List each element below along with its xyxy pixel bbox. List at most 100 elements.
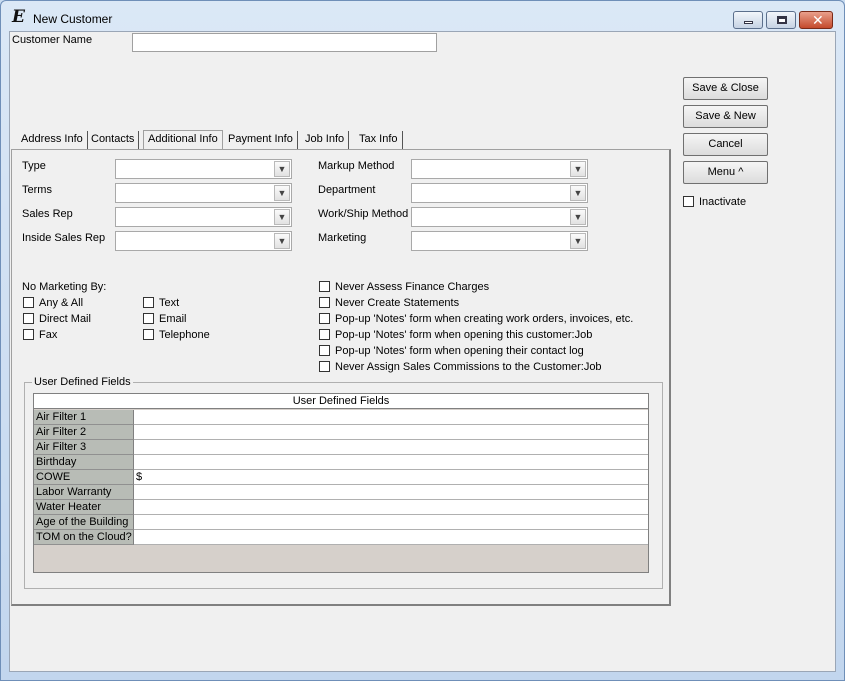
table-row[interactable]: Labor Warranty [34, 485, 648, 500]
row-value-cell[interactable] [134, 500, 648, 515]
telephone-checkbox[interactable]: Telephone [143, 329, 210, 341]
markup-method-label: Markup Method [318, 160, 395, 172]
checkbox-box[interactable] [319, 361, 330, 372]
markup-method-select[interactable]: ▼ [411, 159, 588, 179]
row-value-cell[interactable]: $ [134, 470, 648, 485]
row-value-cell[interactable] [134, 485, 648, 500]
popup-notes-customer-job-checkbox[interactable]: Pop-up 'Notes' form when opening this cu… [319, 329, 592, 341]
email-checkbox[interactable]: Email [143, 313, 187, 325]
chevron-down-icon[interactable]: ▼ [570, 161, 586, 177]
no-marketing-label: No Marketing By: [22, 281, 107, 293]
tab-contacts[interactable]: Contacts [87, 131, 140, 149]
menu-button[interactable]: Menu ^ [683, 161, 768, 184]
work-ship-method-label: Work/Ship Method [318, 208, 409, 220]
text-checkbox[interactable]: Text [143, 297, 179, 309]
window-title: New Customer [33, 12, 113, 26]
popup-notes-work-orders-checkbox[interactable]: Pop-up 'Notes' form when creating work o… [319, 313, 633, 325]
chevron-down-icon[interactable]: ▼ [570, 233, 586, 249]
checkbox-label: Pop-up 'Notes' form when opening their c… [335, 345, 584, 357]
chevron-down-icon[interactable]: ▼ [274, 185, 290, 201]
never-create-statements-checkbox[interactable]: Never Create Statements [319, 297, 459, 309]
tab-label: Payment Info [228, 133, 293, 145]
table-row[interactable]: Birthday [34, 455, 648, 470]
never-assign-sales-commissions-checkbox[interactable]: Never Assign Sales Commissions to the Cu… [319, 361, 602, 373]
checkbox-label: Never Create Statements [335, 297, 460, 309]
inactivate-checkbox[interactable]: Inactivate [683, 196, 746, 208]
table-row[interactable]: Air Filter 1 [34, 410, 648, 425]
table-row[interactable]: Air Filter 2 [34, 425, 648, 440]
checkbox-box[interactable] [23, 313, 34, 324]
tab-label: Address Info [21, 133, 83, 145]
cancel-button[interactable]: Cancel [683, 133, 768, 156]
tab-tax-info[interactable]: Tax Info [355, 131, 403, 149]
chevron-down-icon[interactable]: ▼ [274, 233, 290, 249]
minimize-button[interactable] [733, 11, 763, 29]
app-logo-icon: E [12, 7, 25, 27]
department-select[interactable]: ▼ [411, 183, 588, 203]
row-label: Labor Warranty [34, 485, 134, 500]
save-new-button[interactable]: Save & New [683, 105, 768, 128]
checkbox-box[interactable] [319, 313, 330, 324]
user-defined-fields-grid: User Defined Fields Air Filter 1 Air Fil… [33, 393, 649, 573]
type-label: Type [22, 160, 46, 172]
row-value-cell[interactable] [134, 530, 648, 545]
checkbox-box[interactable] [319, 345, 330, 356]
checkbox-label: Telephone [159, 329, 210, 341]
row-label: Water Heater [34, 500, 134, 515]
type-select[interactable]: ▼ [115, 159, 292, 179]
table-row[interactable]: Air Filter 3 [34, 440, 648, 455]
terms-select[interactable]: ▼ [115, 183, 292, 203]
close-button[interactable]: ✕ [799, 11, 833, 29]
checkbox-label: Never Assign Sales Commissions to the Cu… [335, 361, 602, 373]
tab-payment-info[interactable]: Payment Info [224, 131, 298, 149]
row-value-cell[interactable] [134, 425, 648, 440]
work-ship-method-select[interactable]: ▼ [411, 207, 588, 227]
chevron-down-icon[interactable]: ▼ [274, 209, 290, 225]
table-row[interactable]: TOM on the Cloud? [34, 530, 648, 545]
checkbox-box[interactable] [143, 313, 154, 324]
row-value-cell[interactable] [134, 410, 648, 425]
chevron-down-icon[interactable]: ▼ [570, 209, 586, 225]
inside-sales-rep-select[interactable]: ▼ [115, 231, 292, 251]
checkbox-box[interactable] [143, 329, 154, 340]
row-value-cell[interactable] [134, 455, 648, 470]
inactivate-checkbox-box[interactable] [683, 196, 694, 207]
additional-info-panel: Type ▼ Terms ▼ Sales Rep ▼ Inside Sales … [11, 149, 671, 606]
minimize-icon [744, 21, 753, 24]
title-bar[interactable]: E New Customer ✕ [1, 1, 844, 31]
direct-mail-checkbox[interactable]: Direct Mail [23, 313, 91, 325]
maximize-button[interactable] [766, 11, 796, 29]
table-row[interactable]: Water Heater [34, 500, 648, 515]
save-close-button[interactable]: Save & Close [683, 77, 768, 100]
checkbox-box[interactable] [319, 281, 330, 292]
checkbox-label: Fax [39, 329, 58, 341]
never-assess-finance-charges-checkbox[interactable]: Never Assess Finance Charges [319, 281, 489, 293]
row-label: Air Filter 1 [34, 410, 134, 425]
client-area: Customer Name Save & Close Save & New Ca… [9, 31, 836, 672]
checkbox-box[interactable] [23, 297, 34, 308]
popup-notes-contact-log-checkbox[interactable]: Pop-up 'Notes' form when opening their c… [319, 345, 584, 357]
chevron-down-icon[interactable]: ▼ [570, 185, 586, 201]
tab-address-info[interactable]: Address Info [17, 131, 88, 149]
any-and-all-checkbox[interactable]: Any & All [23, 297, 83, 309]
terms-label: Terms [22, 184, 52, 196]
checkbox-label: Pop-up 'Notes' form when creating work o… [335, 313, 634, 325]
checkbox-box[interactable] [319, 329, 330, 340]
table-row[interactable]: COWE $ [34, 470, 648, 485]
customer-name-input[interactable] [132, 33, 437, 52]
chevron-down-icon[interactable]: ▼ [274, 161, 290, 177]
checkbox-box[interactable] [23, 329, 34, 340]
row-value-cell[interactable] [134, 515, 648, 530]
marketing-label: Marketing [318, 232, 367, 244]
tab-job-info[interactable]: Job Info [301, 131, 350, 149]
tab-additional-info[interactable]: Additional Info [143, 130, 223, 150]
marketing-select[interactable]: ▼ [411, 231, 588, 251]
row-value-cell[interactable] [134, 440, 648, 455]
checkbox-box[interactable] [143, 297, 154, 308]
tab-label: Additional Info [148, 133, 218, 145]
sales-rep-select[interactable]: ▼ [115, 207, 292, 227]
checkbox-box[interactable] [319, 297, 330, 308]
fax-checkbox[interactable]: Fax [23, 329, 57, 341]
table-row[interactable]: Age of the Building [34, 515, 648, 530]
tab-label: Job Info [305, 133, 345, 145]
